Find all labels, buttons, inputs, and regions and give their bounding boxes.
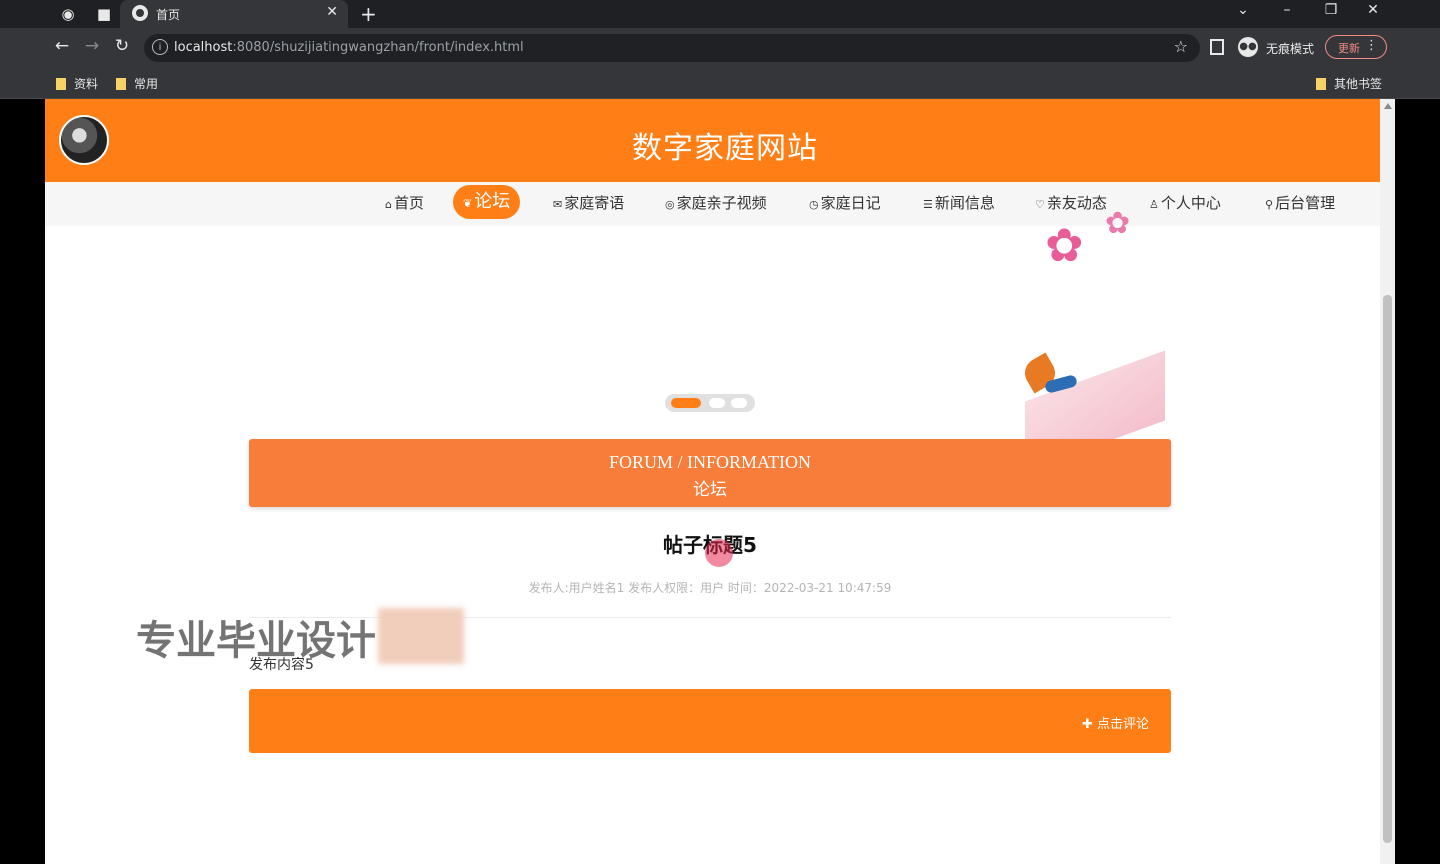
flower-decoration: ✿ (1105, 206, 1131, 241)
browser-tab-bar: ◉ ■ 首页 ✕ + ⌄ – ❐ ✕ (0, 0, 1440, 28)
minimize-button[interactable]: – (1272, 2, 1302, 18)
nav-item-news[interactable]: ☰ 新闻信息 (923, 192, 995, 213)
other-bookmarks[interactable]: 其他书签 (1316, 75, 1382, 92)
menu-dots-icon[interactable]: ⋮ (1365, 38, 1378, 53)
main-nav: ⌂ 首页 ❦ 论坛 ✉ 家庭寄语 ◎ 家庭亲子视频 ◷ 家庭日记 ☰ 新闻信息 ♡ 亲友动态 … (45, 182, 1380, 227)
nav-item-friends[interactable]: ♡ 亲友动态 (1035, 192, 1107, 213)
incognito-icon[interactable]: ●● (1238, 37, 1258, 57)
video-icon: ◎ (665, 198, 675, 211)
globe-icon (132, 5, 148, 21)
plus-icon: ✚ (1081, 717, 1097, 732)
section-title-cn: 论坛 (693, 480, 727, 500)
update-button[interactable]: 更新 ⋮ (1325, 35, 1387, 59)
nav-item-forum[interactable]: ❦ 论坛 (453, 185, 521, 219)
bookmark-star-icon[interactable]: ☆ (1174, 37, 1188, 56)
carousel-indicator (665, 394, 755, 412)
tab-search-icon[interactable]: ■ (94, 4, 114, 24)
site-title: 数字家庭网站 (632, 131, 818, 166)
news-icon: ☰ (923, 198, 933, 211)
link-icon: ⚲ (1265, 198, 1274, 211)
comment-button[interactable]: ✚ 点击评论 (1082, 713, 1149, 732)
browser-toolbar: ← → ↻ i localhost:8080/shuzijiatingwangz… (0, 28, 1440, 68)
carousel-dot[interactable] (731, 398, 747, 408)
scrollbar-thumb[interactable] (1383, 295, 1392, 843)
user-icon: ♙ (1149, 198, 1159, 211)
bookmark-folder[interactable]: 常用 (116, 75, 158, 92)
nav-item-family-video[interactable]: ◎ 家庭亲子视频 (665, 192, 767, 213)
nav-item-profile[interactable]: ♙ 个人中心 (1149, 192, 1221, 213)
close-window-button[interactable]: ✕ (1358, 2, 1388, 18)
carousel-dot-active[interactable] (671, 398, 701, 408)
post-meta: 发布人:用户姓名1 发布人权限：用户 时间：2022-03-21 10:47:5… (528, 581, 892, 595)
forum-icon: ❦ (463, 197, 473, 210)
mouse-cursor-highlight (705, 539, 733, 567)
reload-icon[interactable]: ↻ (109, 36, 135, 56)
forward-icon[interactable]: → (79, 36, 105, 56)
folder-icon (56, 78, 66, 90)
address-bar[interactable]: i localhost:8080/shuzijiatingwangzhan/fr… (144, 34, 1200, 62)
home-icon: ⌂ (385, 198, 392, 211)
flower-decoration: ✿ (1045, 218, 1084, 272)
bookmark-folder[interactable]: 资料 (56, 75, 98, 92)
folder-icon (1316, 78, 1326, 90)
section-title-en: FORUM / INFORMATION (608, 452, 812, 472)
carousel-banner[interactable]: ✿ ✿ (45, 206, 1380, 472)
back-icon[interactable]: ← (49, 36, 75, 56)
page-scrollbar[interactable] (1380, 99, 1395, 864)
diary-icon: ◷ (809, 198, 819, 211)
folder-icon (116, 78, 126, 90)
incognito-label[interactable]: 无痕模式 (1266, 40, 1314, 57)
info-icon[interactable]: i (152, 39, 168, 55)
watermark-text: 专业毕业设计 (136, 618, 376, 664)
scroll-up-icon[interactable] (1384, 103, 1392, 109)
activity-icon: ♡ (1035, 198, 1045, 211)
page-viewport: 数字家庭网站 ⌂ 首页 ❦ 论坛 ✉ 家庭寄语 ◎ 家庭亲子视频 ◷ 家庭日记 ☰ 新闻信息… (45, 99, 1395, 864)
tab-list-icon[interactable]: ⌄ (1228, 2, 1258, 18)
nav-item-admin[interactable]: ⚲ 后台管理 (1265, 192, 1335, 213)
site-header: 数字家庭网站 (45, 99, 1380, 182)
restore-button[interactable]: ❐ (1316, 2, 1346, 18)
letter-icon: ✉ (553, 198, 563, 211)
new-tab-button[interactable]: + (360, 2, 377, 26)
close-icon[interactable]: ✕ (326, 4, 338, 20)
nav-item-family-message[interactable]: ✉ 家庭寄语 (553, 192, 624, 213)
section-header: FORUM / INFORMATION 论坛 (249, 439, 1171, 507)
comment-bar: ✚ 点击评论 (249, 689, 1171, 753)
chrome-icon[interactable]: ◉ (58, 4, 78, 24)
nav-item-home[interactable]: ⌂ 首页 (385, 192, 424, 213)
bookmarks-bar: 资料 常用 其他书签 (0, 68, 1440, 99)
url-text[interactable]: localhost:8080/shuzijiatingwangzhan/fron… (174, 40, 524, 55)
carousel-dot[interactable] (709, 398, 725, 408)
tab-title: 首页 (156, 8, 181, 22)
side-panel-icon[interactable] (1210, 39, 1224, 55)
browser-tab[interactable]: 首页 ✕ (120, 0, 348, 28)
blurred-region (378, 608, 464, 664)
nav-item-family-diary[interactable]: ◷ 家庭日记 (809, 192, 881, 213)
